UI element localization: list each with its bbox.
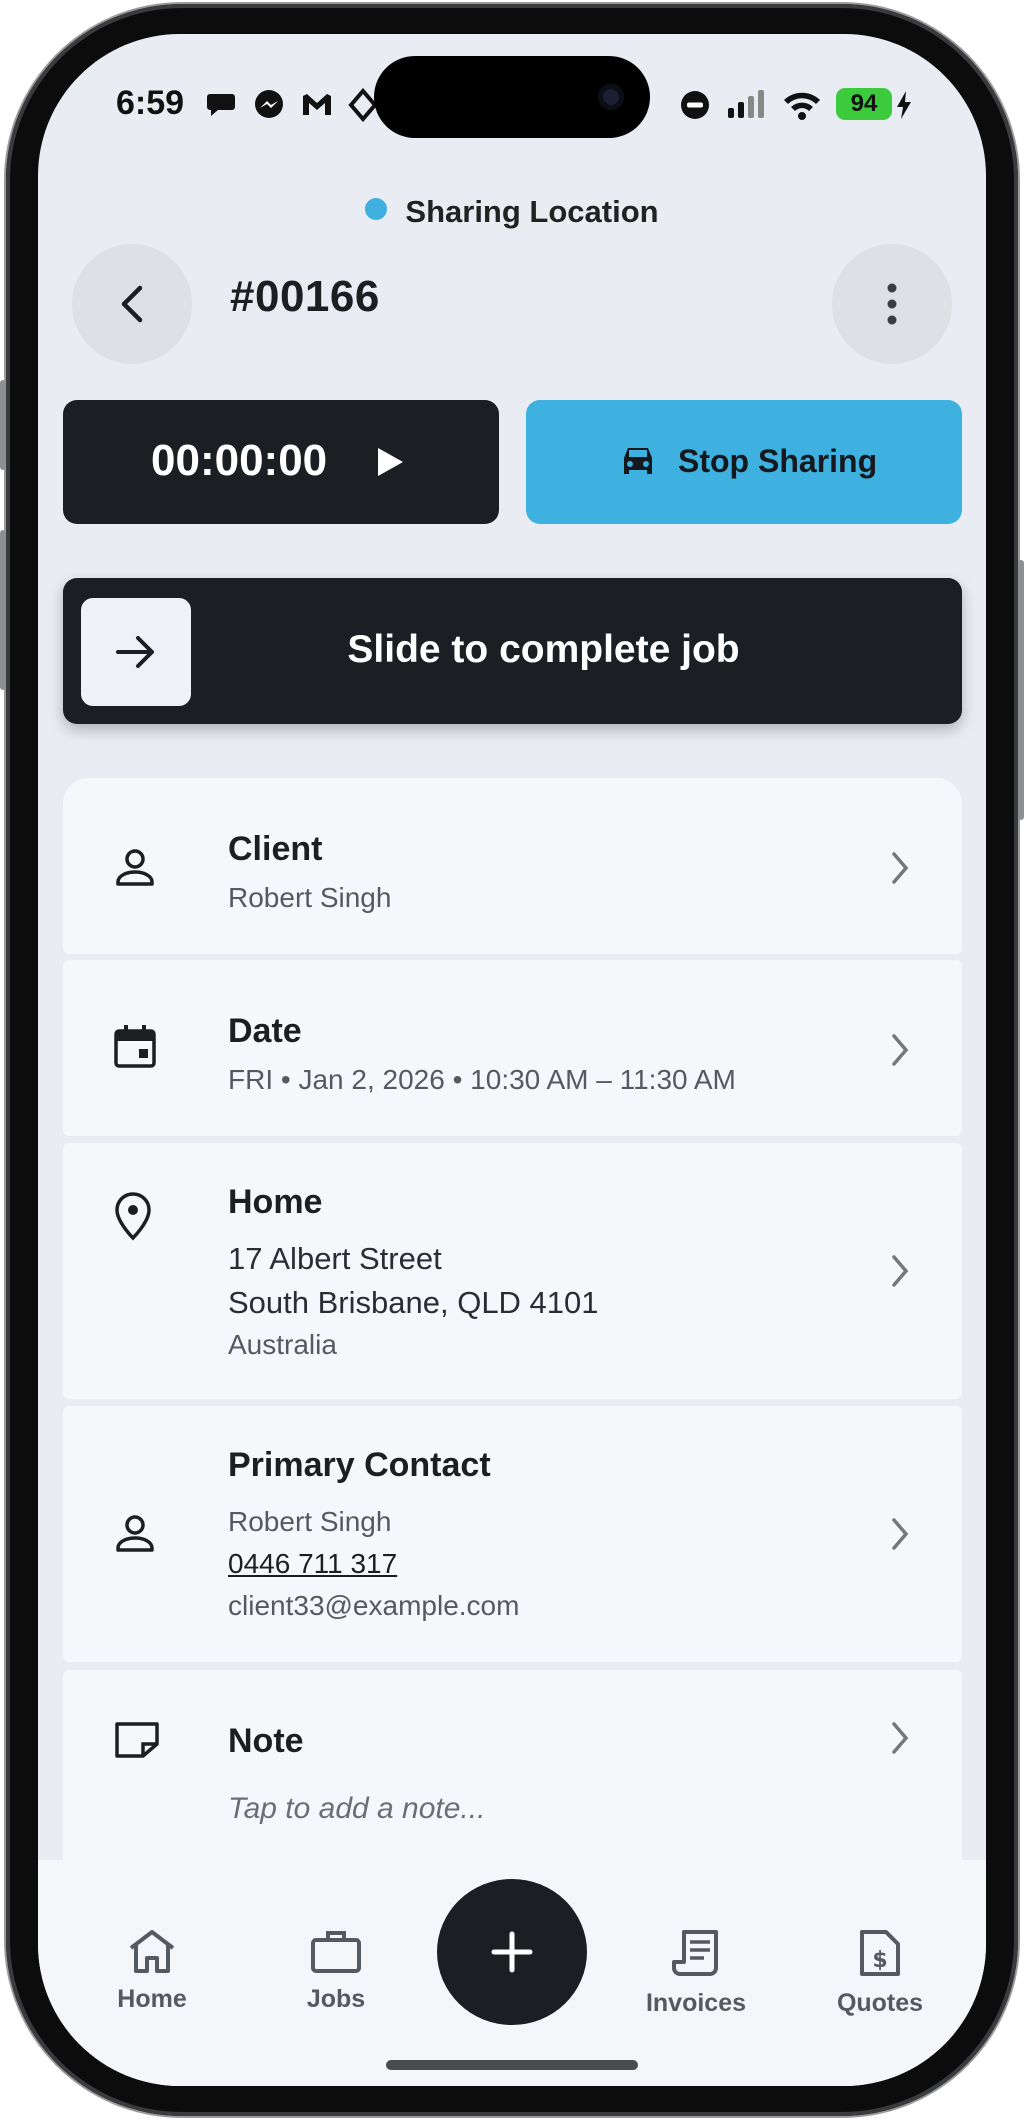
side-button xyxy=(0,530,6,690)
gmail-icon xyxy=(303,94,331,115)
plus-icon xyxy=(491,1931,533,1973)
battery-indicator: 94 xyxy=(836,88,892,120)
home-indicator[interactable] xyxy=(386,2060,638,2070)
sharing-location-label: Sharing Location xyxy=(405,194,659,229)
nav-invoices-label: Invoices xyxy=(645,1989,747,2017)
more-options-button[interactable] xyxy=(832,244,952,364)
client-title: Client xyxy=(228,830,323,868)
client-name: Robert Singh xyxy=(228,882,392,913)
dynamic-island xyxy=(374,56,650,138)
receipt-icon xyxy=(672,1930,718,1976)
nav-jobs[interactable]: Jobs xyxy=(266,1928,406,2014)
slide-to-complete[interactable]: Slide to complete job xyxy=(63,578,962,724)
nav-quotes-label: Quotes xyxy=(836,1989,924,2017)
side-button xyxy=(0,380,6,470)
camera-icon xyxy=(598,84,624,110)
charging-bolt-icon xyxy=(897,91,911,119)
more-vertical-icon xyxy=(887,283,897,325)
address-line1: 17 Albert Street xyxy=(228,1241,442,1276)
nav-invoices[interactable]: Invoices xyxy=(626,1928,766,2018)
chevron-right-icon xyxy=(892,1722,909,1754)
note-icon xyxy=(115,1722,159,1758)
person-icon xyxy=(116,849,154,886)
client-card[interactable]: Client Robert Singh xyxy=(63,778,962,954)
svg-text:$: $ xyxy=(872,1948,887,1973)
screen: 6:59 94 Sharing Location #00166 00:00:00… xyxy=(38,34,986,2086)
status-time: 6:59 xyxy=(116,84,185,122)
page-title: #00166 xyxy=(230,272,380,321)
briefcase-icon xyxy=(311,1931,361,1973)
primary-contact-card[interactable]: Primary Contact Robert Singh 0446 711 31… xyxy=(63,1406,962,1662)
contact-name: Robert Singh xyxy=(228,1506,392,1537)
add-button[interactable] xyxy=(437,1879,587,2025)
slide-label: Slide to complete job xyxy=(347,628,740,671)
date-value: FRI • Jan 2, 2026 • 10:30 AM – 11:30 AM xyxy=(228,1064,736,1095)
chevron-right-icon xyxy=(892,1255,909,1287)
do-not-disturb-icon xyxy=(681,91,709,119)
note-title: Note xyxy=(228,1722,304,1760)
chevron-right-icon xyxy=(892,1518,909,1550)
back-button[interactable] xyxy=(72,244,192,364)
nav-home-label: Home xyxy=(117,1985,187,2013)
stop-sharing-button[interactable]: Stop Sharing xyxy=(526,400,962,524)
date-card[interactable]: Date FRI • Jan 2, 2026 • 10:30 AM – 11:3… xyxy=(63,960,962,1136)
car-icon xyxy=(624,448,652,474)
date-title: Date xyxy=(228,1012,302,1050)
contact-email: client33@example.com xyxy=(228,1590,520,1621)
calendar-icon xyxy=(114,1025,156,1068)
side-button xyxy=(1018,560,1024,820)
messenger-icon xyxy=(255,90,283,118)
arrow-left-icon xyxy=(121,285,143,323)
nav-quotes[interactable]: $ Quotes xyxy=(810,1928,950,2018)
address-line2: South Brisbane, QLD 4101 xyxy=(228,1285,599,1320)
home-icon xyxy=(129,1930,175,1973)
address-title: Home xyxy=(228,1183,323,1221)
note-placeholder: Tap to add a note... xyxy=(228,1792,486,1825)
address-country: Australia xyxy=(228,1329,337,1360)
status-bar: 6:59 94 xyxy=(38,34,986,174)
nav-home[interactable]: Home xyxy=(82,1928,222,2014)
play-icon xyxy=(378,448,403,476)
nav-jobs-label: Jobs xyxy=(306,1985,366,2013)
timer-value: 00:00:00 xyxy=(151,436,328,485)
contact-title: Primary Contact xyxy=(228,1446,491,1484)
chevron-right-icon xyxy=(892,852,909,884)
person-icon xyxy=(116,1515,154,1552)
stop-sharing-label: Stop Sharing xyxy=(678,443,878,479)
quote-document-icon: $ xyxy=(860,1930,900,1976)
chevron-right-icon xyxy=(892,1034,909,1066)
address-card[interactable]: Home 17 Albert Street South Brisbane, QL… xyxy=(63,1143,962,1399)
chat-bubble-icon xyxy=(207,94,235,116)
status-dot xyxy=(365,198,388,220)
location-pin-icon xyxy=(115,1192,151,1241)
cellular-signal-icon xyxy=(728,90,764,118)
timer-button[interactable]: 00:00:00 xyxy=(63,400,499,524)
wifi-icon xyxy=(784,92,820,120)
contact-phone-link[interactable]: 0446 711 317 xyxy=(228,1548,397,1580)
sharing-location-banner: Sharing Location xyxy=(38,194,986,230)
